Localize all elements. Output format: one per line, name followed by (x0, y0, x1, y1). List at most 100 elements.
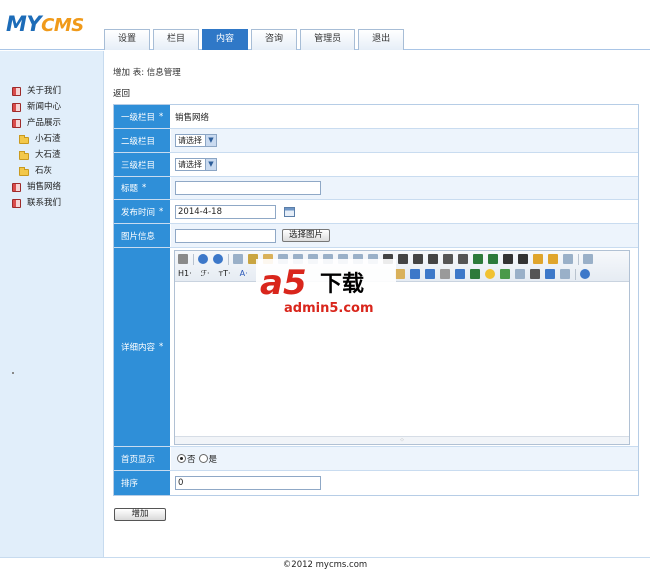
title-label-text: 标题 (121, 184, 139, 194)
tab-consult[interactable]: 咨询 (251, 29, 298, 50)
editor-resize-grip[interactable]: ⁘ (175, 436, 629, 444)
unlink-icon[interactable] (559, 269, 570, 279)
emoticon-icon[interactable] (484, 269, 495, 279)
form-row-home: 首页显示 否 是 (114, 447, 638, 471)
sidebar-item-lime[interactable]: 石灰 (19, 163, 61, 179)
sidebar-item-products[interactable]: 产品展示 (12, 115, 61, 131)
date-label: 发布时间 * (114, 200, 171, 223)
form-row-level1: 一级栏目 * 销售网络 (114, 105, 638, 129)
footer-text: ©2012 mycms.com (282, 560, 368, 570)
tab-logout[interactable]: 退出 (358, 29, 405, 50)
align-justify-icon[interactable] (428, 254, 438, 264)
book-icon (12, 118, 21, 128)
title-label: 标题 * (114, 177, 171, 199)
subscript-icon[interactable] (503, 254, 513, 264)
outdent-icon[interactable] (488, 254, 498, 264)
link-icon[interactable] (544, 269, 555, 279)
level3-value-cell: 请选择 ▼ (171, 153, 638, 176)
map-icon[interactable] (499, 269, 510, 279)
sidebar-item-contact[interactable]: 联系我们 (12, 195, 61, 211)
sidebar-item-large-gravel[interactable]: 大石渣 (19, 147, 61, 163)
table-icon[interactable] (454, 269, 465, 279)
book-icon (12, 182, 21, 192)
sidebar-item-label: 联系我们 (27, 198, 62, 208)
calendar-icon[interactable] (284, 206, 295, 217)
sidebar: 关于我们 新闻中心 产品展示 小石渣 大石渣 石灰 销售网络 联系我们 (0, 51, 104, 557)
image-label: 图片信息 (114, 224, 171, 247)
choose-image-button[interactable]: 选择图片 (282, 229, 331, 242)
sidebar-dot (12, 372, 14, 374)
indent-icon[interactable] (473, 254, 483, 264)
watermark-brand: a5 (260, 263, 307, 303)
level3-select[interactable]: 请选择 ▼ (175, 158, 217, 171)
logo-part1: MY (6, 12, 42, 36)
sidebar-item-news[interactable]: 新闻中心 (12, 99, 61, 115)
sidebar-item-about[interactable]: 关于我们 (12, 83, 61, 99)
image-insert-icon[interactable] (394, 269, 405, 279)
editor-body[interactable] (175, 282, 629, 436)
tab-content[interactable]: 内容 (202, 29, 249, 50)
superscript-icon[interactable] (518, 254, 528, 264)
submit-button[interactable]: 增加 (114, 508, 166, 521)
font-size-button[interactable]: тT· (219, 269, 231, 279)
home-yes-label: 是 (208, 454, 218, 465)
flash-icon[interactable] (409, 269, 420, 279)
form-row-level2: 二级栏目 请选择 ▼ (114, 129, 638, 153)
level1-value: 销售网络 (175, 112, 210, 123)
select-icon[interactable] (563, 254, 573, 264)
media-icon[interactable] (424, 269, 435, 279)
sidebar-item-small-gravel[interactable]: 小石渣 (19, 131, 61, 147)
image-value-cell: 选择图片 (171, 224, 638, 247)
title-input[interactable] (175, 181, 321, 195)
home-yes-radio[interactable] (198, 454, 208, 463)
form-row-order: 排序 0 (114, 471, 638, 495)
ordered-list-icon[interactable] (443, 254, 453, 264)
order-input[interactable]: 0 (175, 476, 321, 490)
clear-icon[interactable] (533, 254, 543, 264)
fullscreen-icon[interactable] (583, 254, 593, 264)
chevron-down-icon: ▼ (205, 159, 216, 170)
date-label-text: 发布时间 (121, 207, 156, 218)
home-no-radio[interactable] (177, 454, 186, 463)
image-label-text: 图片信息 (121, 231, 156, 242)
required-mark: * (142, 183, 147, 193)
sidebar-tree: 关于我们 新闻中心 产品展示 小石渣 大石渣 石灰 销售网络 联系我们 (12, 83, 61, 211)
tab-settings[interactable]: 设置 (104, 29, 151, 50)
sidebar-item-sales-network[interactable]: 销售网络 (12, 179, 61, 195)
sidebar-item-label: 产品展示 (27, 118, 62, 128)
font-button[interactable]: ℱ· (201, 269, 210, 279)
page-break-icon[interactable] (514, 269, 525, 279)
sidebar-item-label: 大石渣 (35, 150, 61, 160)
attachment-icon[interactable] (439, 269, 450, 279)
help-icon[interactable] (579, 269, 590, 279)
image-input[interactable] (175, 228, 276, 243)
sidebar-item-label: 石灰 (35, 166, 53, 176)
level1-value-cell: 销售网络 (171, 105, 638, 128)
level2-select[interactable]: 请选择 ▼ (175, 134, 217, 147)
heading-button[interactable]: H1· (178, 269, 192, 279)
toolbar-separator (228, 253, 229, 265)
font-color-button[interactable]: A· (240, 269, 248, 279)
unordered-list-icon[interactable] (458, 254, 468, 264)
watermark-url: admin5.com (284, 301, 374, 316)
brush-icon[interactable] (548, 254, 558, 264)
hr-icon[interactable] (469, 269, 480, 279)
date-input[interactable]: 2014-4-18 (175, 204, 276, 219)
undo-icon[interactable] (198, 254, 208, 264)
anchor-icon[interactable] (529, 269, 540, 279)
required-mark: * (159, 206, 164, 217)
content-label-text: 详细内容 (121, 343, 156, 353)
tab-columns[interactable]: 栏目 (153, 29, 200, 50)
tab-admin[interactable]: 管理员 (300, 29, 356, 50)
align-right-icon[interactable] (413, 254, 423, 264)
level2-label-text: 二级栏目 (121, 136, 156, 147)
source-icon[interactable] (178, 254, 188, 264)
level1-label: 一级栏目 * (114, 105, 171, 128)
sidebar-item-label: 小石渣 (35, 134, 61, 144)
back-link[interactable]: 返回 (113, 87, 130, 99)
redo-icon[interactable] (213, 254, 223, 264)
title-value-cell (171, 177, 638, 199)
preview-icon[interactable] (233, 254, 243, 264)
align-center-icon[interactable] (398, 254, 408, 264)
level2-value-cell: 请选择 ▼ (171, 129, 638, 152)
